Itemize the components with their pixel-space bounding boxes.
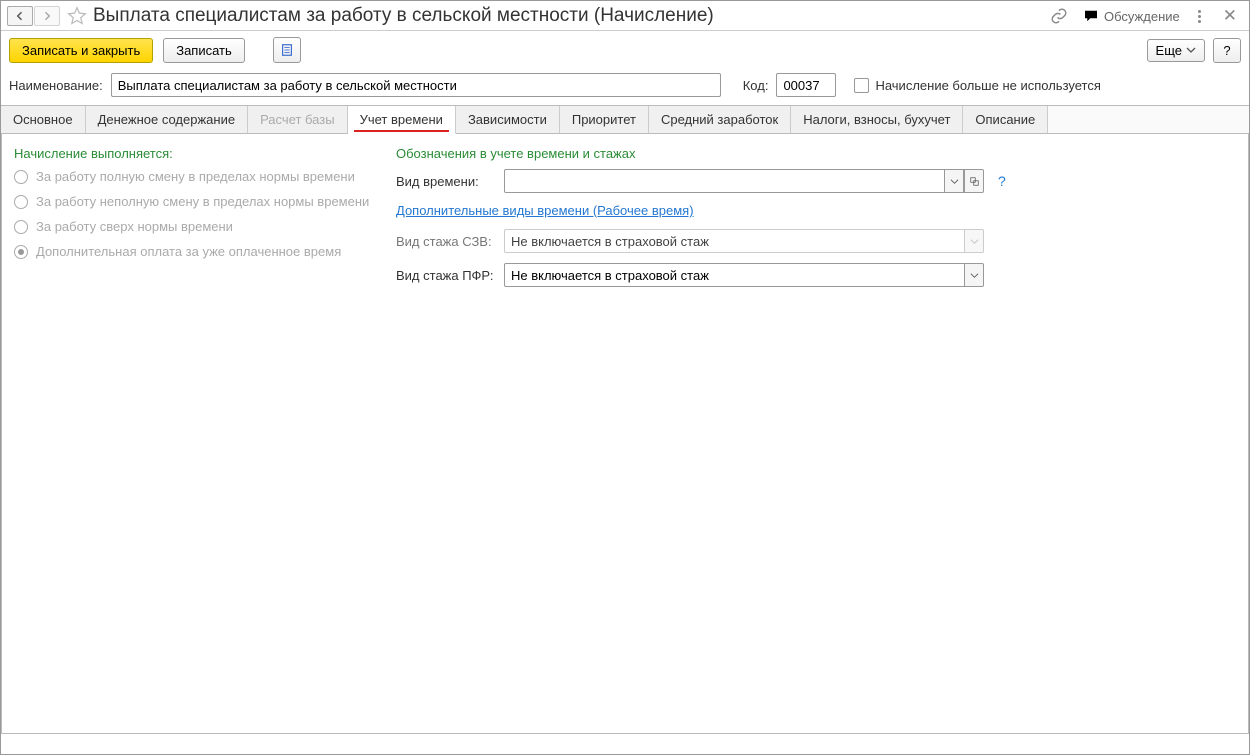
tab-денежное-содержание[interactable]: Денежное содержание (86, 106, 248, 133)
tab-зависимости[interactable]: Зависимости (456, 106, 560, 133)
radio-label: Дополнительная оплата за уже оплаченное … (36, 244, 341, 259)
tab-налоги-взносы-бухучет[interactable]: Налоги, взносы, бухучет (791, 106, 963, 133)
help-button[interactable]: ? (1213, 38, 1241, 63)
more-label: Еще (1156, 43, 1182, 58)
favorite-star-icon[interactable] (65, 4, 89, 28)
left-section-title: Начисление выполняется: (14, 146, 384, 161)
open-ref-icon[interactable] (964, 169, 984, 193)
tab-средний-заработок[interactable]: Средний заработок (649, 106, 791, 133)
kebab-menu-icon[interactable] (1194, 6, 1205, 27)
radio-option: За работу сверх нормы времени (14, 219, 384, 234)
tab-учет-времени[interactable]: Учет времени (348, 106, 456, 134)
fields-row: Наименование: Код: Начисление больше не … (1, 69, 1249, 105)
unused-label: Начисление больше не используется (875, 78, 1100, 93)
chevron-down-icon[interactable] (964, 263, 984, 287)
time-type-label: Вид времени: (396, 174, 496, 189)
tabs: ОсновноеДенежное содержаниеРасчет базыУч… (1, 105, 1249, 134)
code-label: Код: (743, 78, 769, 93)
page-title: Выплата специалистам за работу в сельско… (93, 5, 714, 27)
chevron-down-icon[interactable] (944, 169, 964, 193)
radio-icon (14, 245, 28, 259)
unused-checkbox-wrap[interactable]: Начисление больше не используется (854, 78, 1100, 93)
radio-option: Дополнительная оплата за уже оплаченное … (14, 244, 384, 259)
radio-label: За работу сверх нормы времени (36, 219, 233, 234)
radio-icon (14, 195, 28, 209)
tab-content: Начисление выполняется: За работу полную… (2, 134, 1248, 309)
pfr-input[interactable] (504, 263, 964, 287)
chevron-down-icon (964, 229, 984, 253)
report-icon-button[interactable] (273, 37, 301, 63)
extra-time-types-link[interactable]: Дополнительные виды времени (Рабочее вре… (396, 203, 694, 219)
pfr-label: Вид стажа ПФР: (396, 268, 496, 283)
tab-приоритет[interactable]: Приоритет (560, 106, 649, 133)
szv-label: Вид стажа СЗВ: (396, 234, 496, 249)
nav-back-button[interactable] (7, 6, 33, 26)
nav-forward-button[interactable] (34, 6, 60, 26)
time-type-input[interactable] (504, 169, 944, 193)
time-type-combo[interactable] (504, 169, 984, 193)
left-column: Начисление выполняется: За работу полную… (14, 146, 384, 297)
tab-описание[interactable]: Описание (963, 106, 1048, 133)
help-question-icon[interactable]: ? (998, 173, 1006, 189)
more-menu-button[interactable]: Еще (1147, 39, 1205, 62)
link-icon[interactable] (1050, 7, 1068, 25)
pfr-combo[interactable] (504, 263, 984, 287)
save-close-button[interactable]: Записать и закрыть (9, 38, 153, 63)
save-button[interactable]: Записать (163, 38, 245, 63)
tab-основное[interactable]: Основное (1, 106, 86, 133)
unused-checkbox[interactable] (854, 78, 869, 93)
content-frame: Начисление выполняется: За работу полную… (1, 134, 1249, 734)
radio-icon (14, 170, 28, 184)
toolbar: Записать и закрыть Записать Еще ? (1, 31, 1249, 69)
close-icon[interactable]: ✕ (1219, 4, 1241, 28)
szv-input (504, 229, 964, 253)
tab-расчет-базы: Расчет базы (248, 106, 348, 133)
right-column: Обозначения в учете времени и стажах Вид… (396, 146, 1236, 297)
radio-label: За работу полную смену в пределах нормы … (36, 169, 355, 184)
code-input[interactable] (776, 73, 836, 97)
radio-label: За работу неполную смену в пределах норм… (36, 194, 369, 209)
titlebar: Выплата специалистам за работу в сельско… (1, 1, 1249, 31)
radio-option: За работу полную смену в пределах нормы … (14, 169, 384, 184)
name-label: Наименование: (9, 78, 103, 93)
name-input[interactable] (111, 73, 721, 97)
radio-icon (14, 220, 28, 234)
discussion-label: Обсуждение (1104, 9, 1180, 24)
app-window: Выплата специалистам за работу в сельско… (0, 0, 1250, 755)
radio-option: За работу неполную смену в пределах норм… (14, 194, 384, 209)
szv-combo (504, 229, 984, 253)
right-section-title: Обозначения в учете времени и стажах (396, 146, 1236, 161)
discussion-button[interactable]: Обсуждение (1082, 7, 1180, 25)
